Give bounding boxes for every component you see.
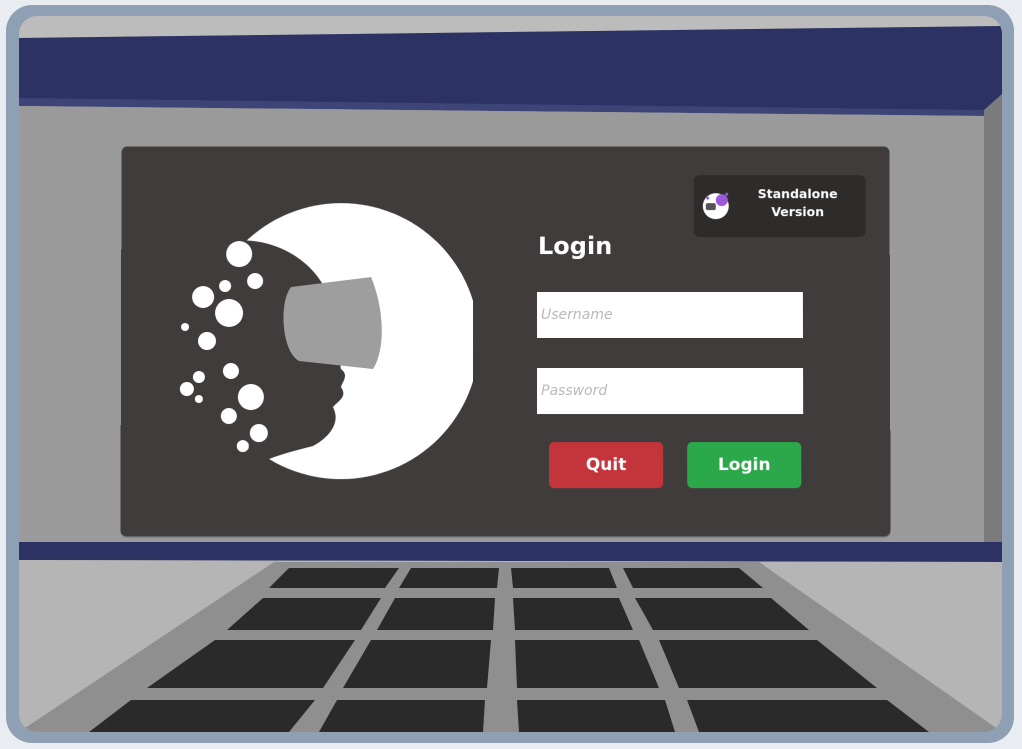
standalone-version-badge: Standalone Version: [693, 175, 866, 238]
login-title: Login: [537, 232, 613, 261]
badge-line1: Standalone: [757, 186, 838, 202]
login-panel: Standalone Version Login Quit Login: [120, 146, 891, 537]
vr-scene: Standalone Version Login Quit Login: [19, 16, 1002, 732]
login-button[interactable]: Login: [687, 442, 802, 489]
badge-line2: Version: [771, 204, 825, 220]
vr-headset-face-moon-logo: [179, 203, 474, 479]
quit-button[interactable]: Quit: [549, 442, 664, 489]
password-input[interactable]: [537, 368, 804, 415]
window-frame: Standalone Version Login Quit Login: [6, 5, 1014, 743]
vr-headset-globe-icon: [703, 192, 730, 220]
username-input[interactable]: [536, 292, 803, 339]
